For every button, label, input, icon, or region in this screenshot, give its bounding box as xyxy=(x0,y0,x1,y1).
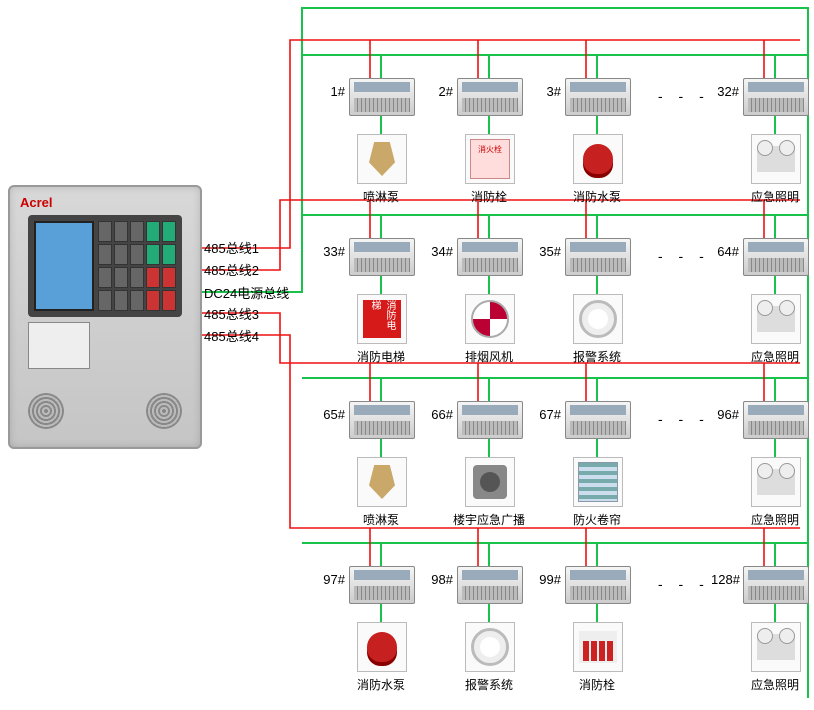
bus-label: DC24电源总线 xyxy=(204,283,289,302)
io-module xyxy=(349,238,415,276)
module-number: 67# xyxy=(533,407,561,422)
lcd-screen xyxy=(34,221,94,311)
device-shutter-icon xyxy=(573,457,623,507)
io-module xyxy=(743,238,809,276)
device-ext-icon xyxy=(573,622,623,672)
fire-controller-panel: Acrel xyxy=(8,185,202,449)
device-caption: 应急照明 xyxy=(721,511,814,528)
panel-faceplate xyxy=(28,215,182,317)
bus-label: 485总线4 xyxy=(204,326,259,345)
module-number: 97# xyxy=(317,572,345,587)
io-module xyxy=(457,78,523,116)
device-caption: 应急照明 xyxy=(721,188,814,205)
ellipsis: - - - xyxy=(658,576,710,592)
device-light-icon xyxy=(751,622,801,672)
module-number: 34# xyxy=(425,244,453,259)
device-fan-icon xyxy=(465,294,515,344)
device-hydrant-icon xyxy=(465,134,515,184)
io-module xyxy=(565,238,631,276)
speaker-grille xyxy=(146,393,182,429)
device-caption: 消防水泵 xyxy=(543,188,651,205)
device-caption: 报警系统 xyxy=(435,676,543,693)
bus-label: 485总线1 xyxy=(204,238,259,257)
module-number: 99# xyxy=(533,572,561,587)
module-number: 3# xyxy=(533,84,561,99)
speaker-grille xyxy=(28,393,64,429)
device-sprinkler-icon xyxy=(357,457,407,507)
device-caption: 消防栓 xyxy=(543,676,651,693)
device-caption: 应急照明 xyxy=(721,348,814,365)
io-module xyxy=(565,566,631,604)
device-caption: 消防栓 xyxy=(435,188,543,205)
device-elev-icon: 消防电梯 xyxy=(357,294,407,344)
io-module xyxy=(565,401,631,439)
io-module xyxy=(457,566,523,604)
io-module xyxy=(457,401,523,439)
bus-label: 485总线2 xyxy=(204,260,259,279)
device-caption: 喷淋泵 xyxy=(327,511,435,528)
device-caption: 楼宇应急广播 xyxy=(435,511,543,528)
module-number: 35# xyxy=(533,244,561,259)
device-caption: 应急照明 xyxy=(721,676,814,693)
ellipsis: - - - xyxy=(658,88,710,104)
device-light-icon xyxy=(751,134,801,184)
brand-logo: Acrel xyxy=(20,195,53,210)
printer-slot xyxy=(28,322,90,369)
module-number: 65# xyxy=(317,407,345,422)
device-pump-icon xyxy=(357,622,407,672)
module-number: 128# xyxy=(711,572,739,587)
io-module xyxy=(457,238,523,276)
ellipsis: - - - xyxy=(658,248,710,264)
device-light-icon xyxy=(751,294,801,344)
io-module xyxy=(349,401,415,439)
device-light-icon xyxy=(751,457,801,507)
device-speaker-icon xyxy=(465,457,515,507)
io-module xyxy=(743,78,809,116)
io-module xyxy=(743,401,809,439)
device-caption: 报警系统 xyxy=(543,348,651,365)
device-caption: 消防水泵 xyxy=(327,676,435,693)
module-number: 96# xyxy=(711,407,739,422)
device-caption: 喷淋泵 xyxy=(327,188,435,205)
io-module xyxy=(565,78,631,116)
module-number: 32# xyxy=(711,84,739,99)
io-module xyxy=(349,78,415,116)
module-number: 1# xyxy=(317,84,345,99)
io-module xyxy=(743,566,809,604)
bus-label: 485总线3 xyxy=(204,304,259,323)
module-number: 66# xyxy=(425,407,453,422)
device-caption: 消防电梯 xyxy=(327,348,435,365)
module-number: 2# xyxy=(425,84,453,99)
device-caption: 防火卷帘 xyxy=(543,511,651,528)
keypad xyxy=(98,221,176,311)
io-module xyxy=(349,566,415,604)
module-number: 33# xyxy=(317,244,345,259)
module-number: 64# xyxy=(711,244,739,259)
device-pump-icon xyxy=(573,134,623,184)
device-caption: 排烟风机 xyxy=(435,348,543,365)
device-alarm-icon xyxy=(465,622,515,672)
module-number: 98# xyxy=(425,572,453,587)
ellipsis: - - - xyxy=(658,411,710,427)
device-sprinkler-icon xyxy=(357,134,407,184)
device-alarm-icon xyxy=(573,294,623,344)
